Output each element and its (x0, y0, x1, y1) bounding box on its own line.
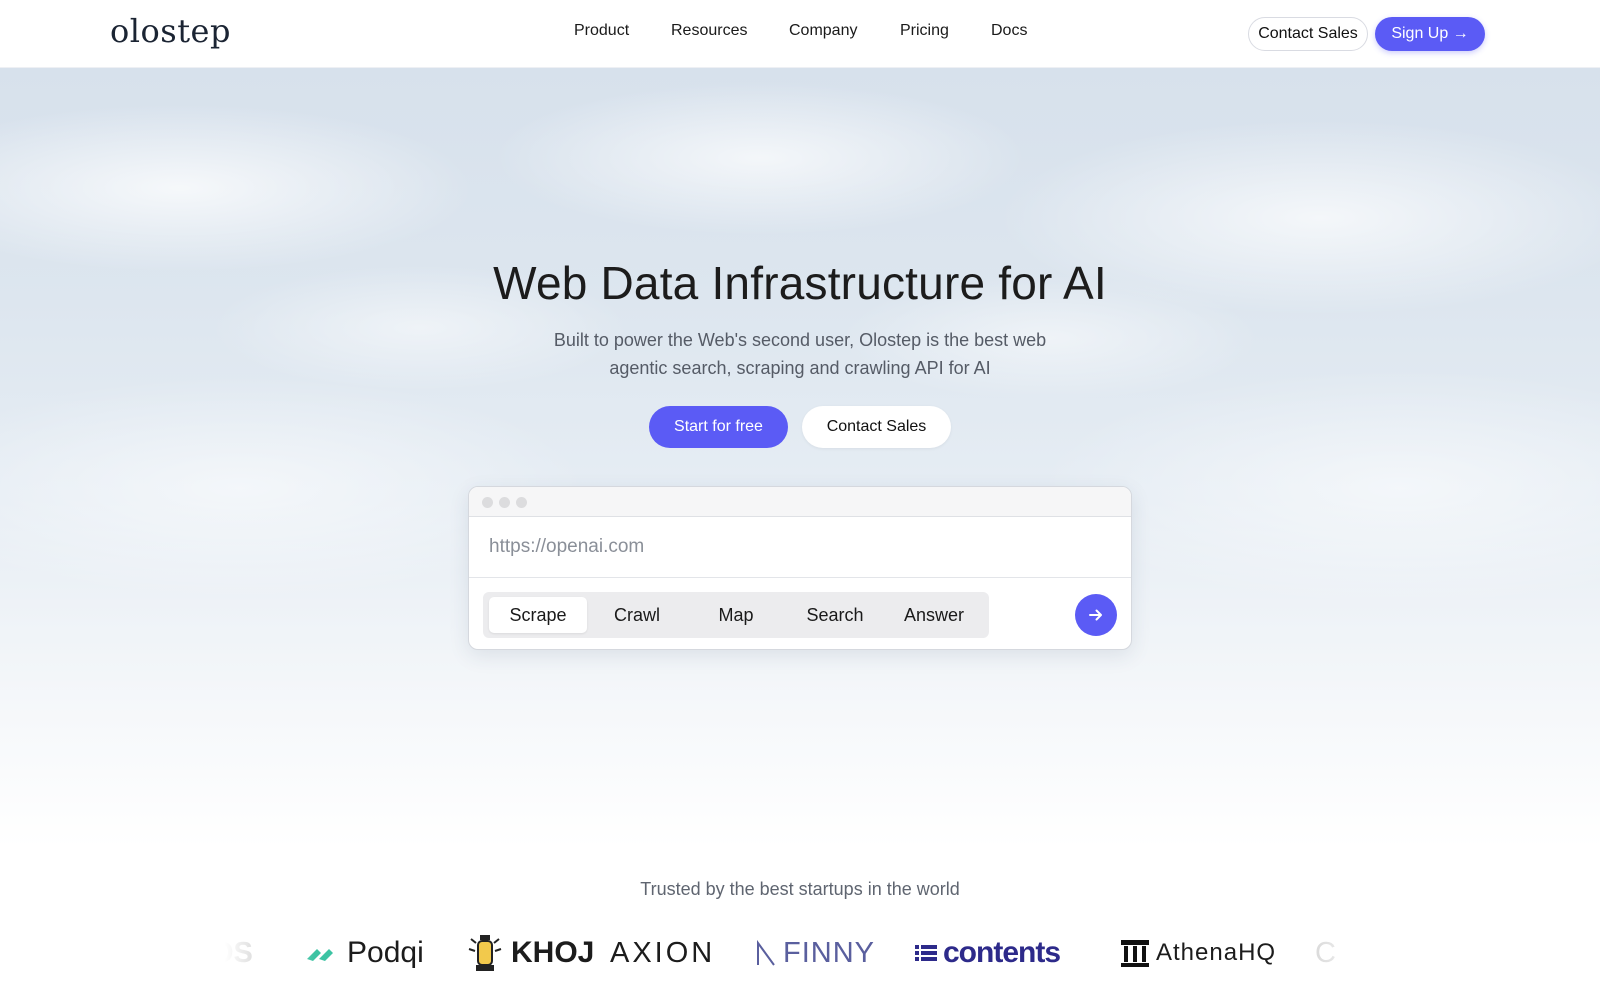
nav-item-pricing[interactable]: Pricing (900, 22, 949, 40)
customer-logo-contents: contents (915, 925, 1061, 981)
api-demo-window: Scrape Crawl Map Search Answer (468, 486, 1132, 650)
mode-selector: Scrape Crawl Map Search Answer (483, 592, 989, 638)
mode-tab-answer[interactable]: Answer (885, 597, 983, 633)
nav-item-resources[interactable]: Resources (671, 22, 747, 40)
logo-strip-fade-right (1285, 925, 1375, 985)
customer-logo-axion: AXION (610, 925, 715, 981)
nav-item-docs[interactable]: Docs (991, 22, 1027, 40)
list-icon (915, 945, 937, 961)
mode-tab-search[interactable]: Search (786, 597, 884, 633)
logo-text: AthenaHQ (1156, 939, 1277, 966)
finny-mark-icon (757, 939, 775, 966)
customer-logo-strip: OS Podqi KHOJ AXION FINNY (225, 925, 1375, 985)
mode-tab-map[interactable]: Map (687, 597, 785, 633)
window-dot-icon (499, 497, 510, 508)
customer-logo-khoj: KHOJ (465, 925, 594, 981)
customer-logo-athenahq: AthenaHQ (1120, 925, 1276, 981)
logo-text: KHOJ (511, 936, 595, 969)
nav-item-company[interactable]: Company (789, 22, 857, 40)
logo-text: contents (943, 936, 1061, 969)
arrow-right-icon (1089, 609, 1102, 621)
mode-tab-crawl[interactable]: Crawl (588, 597, 686, 633)
nav-item-product[interactable]: Product (574, 22, 629, 40)
customer-logo-podqi: Podqi (305, 925, 424, 981)
logo-text: Podqi (347, 936, 424, 969)
hero-section: Web Data Infrastructure for AI Built to … (0, 68, 1600, 848)
mode-tab-scrape[interactable]: Scrape (489, 597, 587, 633)
window-title-bar (469, 487, 1131, 517)
url-input[interactable] (469, 517, 1131, 578)
logo-text: FINNY (783, 936, 875, 969)
hero-contact-sales-button[interactable]: Contact Sales (802, 406, 951, 448)
customer-logo-finny: FINNY (755, 925, 875, 981)
hero-subtitle: Built to power the Web's second user, Ol… (553, 330, 1047, 378)
window-dot-icon (482, 497, 493, 508)
hero-title: Web Data Infrastructure for AI (493, 257, 1107, 309)
top-nav-bar: olostep Product Resources Company Pricin… (0, 0, 1600, 68)
window-dot-icon (516, 497, 527, 508)
submit-button[interactable] (1075, 594, 1117, 636)
trusted-by-label: Trusted by the best startups in the worl… (640, 879, 960, 899)
logo-strip-fade-left (225, 925, 315, 985)
pillar-building-icon (1121, 940, 1149, 967)
logo-text: AXION (610, 936, 716, 969)
lantern-icon (468, 935, 502, 971)
contact-sales-button[interactable]: Contact Sales (1248, 17, 1368, 51)
sign-up-button[interactable]: Sign Up → (1375, 17, 1485, 51)
start-for-free-button[interactable]: Start for free (649, 406, 788, 448)
